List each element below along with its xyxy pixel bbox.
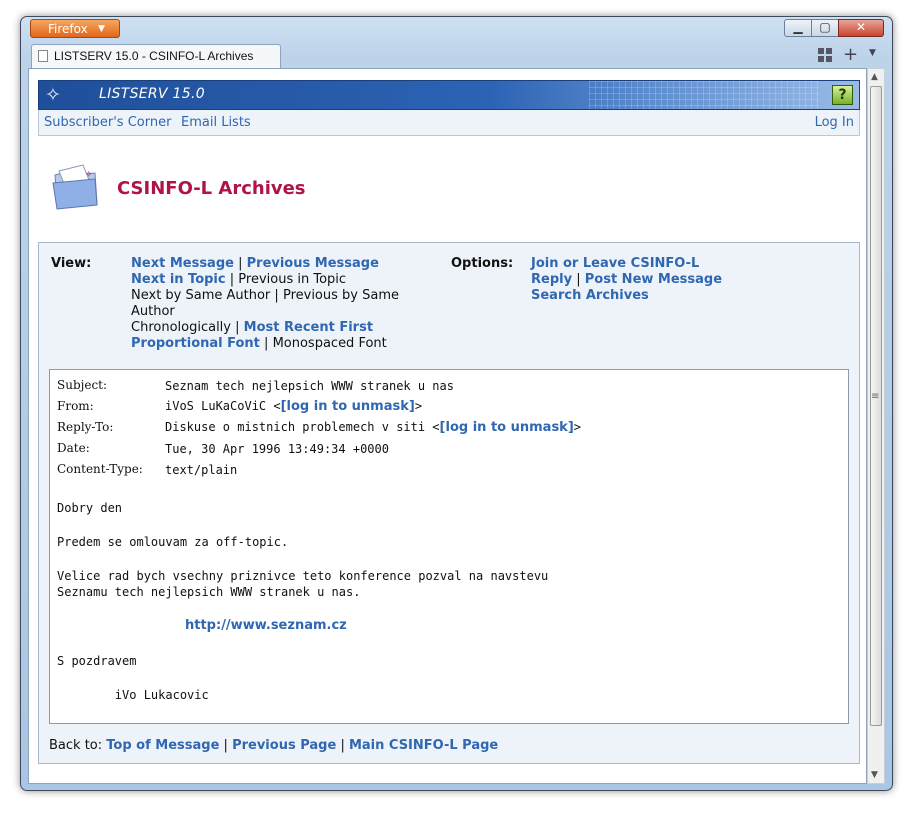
- body-greeting: Dobry den: [57, 501, 123, 515]
- body-line-2: Seznamu tech nejlepsich WWW stranek u na…: [57, 585, 361, 599]
- maximize-button[interactable]: ▢: [811, 19, 839, 37]
- content-type-label: Content-Type:: [57, 462, 143, 476]
- reply-to-end: >: [573, 420, 582, 434]
- next-by-author-text: Next by Same Author: [131, 288, 271, 303]
- body-signature: iVo Lukacovic: [57, 688, 209, 702]
- subject-value: Seznam tech nejlepsich WWW stranek u nas: [165, 379, 454, 393]
- view-links: Next Message | Previous Message Next in …: [131, 256, 421, 352]
- back-to-row: Back to: Top of Message | Previous Page …: [49, 738, 498, 753]
- previous-message-link[interactable]: Previous Message: [247, 256, 379, 271]
- reply-to-name: Diskuse o mistnich problemech v siti <: [165, 420, 440, 434]
- date-label: Date:: [57, 441, 90, 455]
- header-pattern: [589, 81, 819, 109]
- chevron-down-icon: ▼: [98, 24, 105, 34]
- previous-in-topic-text: Previous in Topic: [238, 272, 347, 287]
- options-links: Join or Leave CSINFO-L Reply | Post New …: [531, 256, 831, 304]
- post-new-message-link[interactable]: Post New Message: [585, 272, 722, 287]
- reply-to-unmask-link[interactable]: [log in to unmask]: [440, 420, 574, 435]
- monospaced-font-text: Monospaced Font: [272, 336, 387, 351]
- chronologically-text: Chronologically: [131, 320, 231, 335]
- main-list-page-link[interactable]: Main CSINFO-L Page: [349, 738, 498, 753]
- from-label: From:: [57, 399, 94, 413]
- reply-to-label: Reply-To:: [57, 420, 114, 434]
- scrollbar-thumb[interactable]: [870, 86, 882, 726]
- page-content: ✧ LISTSERV 15.0 ? Subscriber's Corner Em…: [28, 68, 867, 784]
- scrollbar-grip-icon: ≡: [871, 391, 880, 402]
- most-recent-first-link[interactable]: Most Recent First: [244, 320, 373, 335]
- separator: |: [264, 336, 269, 351]
- top-of-message-link[interactable]: Top of Message: [106, 738, 219, 753]
- separator: |: [340, 738, 345, 753]
- previous-by-author-text-cont: Author: [131, 304, 175, 319]
- options-label: Options:: [451, 256, 514, 271]
- back-to-label: Back to:: [49, 738, 103, 753]
- next-message-link[interactable]: Next Message: [131, 256, 234, 271]
- from-end: >: [414, 399, 423, 413]
- search-archives-link[interactable]: Search Archives: [531, 288, 649, 303]
- body-apology: Predem se omlouvam za off-topic.: [57, 535, 289, 549]
- previous-page-link[interactable]: Previous Page: [232, 738, 336, 753]
- from-name: iVoS LuKaCoViC <: [165, 399, 281, 413]
- from-value: iVoS LuKaCoViC <[log in to unmask]>: [165, 399, 422, 414]
- email-lists-link[interactable]: Email Lists: [181, 115, 251, 130]
- from-unmask-link[interactable]: [log in to unmask]: [281, 399, 415, 414]
- minimize-button[interactable]: ▁: [784, 19, 812, 37]
- separator: |: [274, 288, 279, 303]
- tab-title: LISTSERV 15.0 - CSINFO-L Archives: [54, 49, 254, 63]
- page-icon: [38, 50, 48, 62]
- tab-groups-icon[interactable]: [818, 48, 832, 62]
- next-in-topic-link[interactable]: Next in Topic: [131, 272, 226, 287]
- listserv-header: ✧ LISTSERV 15.0 ?: [38, 80, 860, 110]
- svg-text:✧: ✧: [85, 170, 93, 180]
- body-closing: S pozdravem: [57, 654, 137, 668]
- separator: |: [576, 272, 581, 287]
- join-leave-link[interactable]: Join or Leave CSINFO-L: [531, 256, 699, 271]
- tab-list-chevron-icon[interactable]: ▼: [869, 48, 876, 58]
- product-title: LISTSERV 15.0: [99, 86, 205, 102]
- log-in-link[interactable]: Log In: [815, 115, 854, 130]
- browser-tab[interactable]: LISTSERV 15.0 - CSINFO-L Archives: [31, 44, 281, 68]
- firefox-menu-label: Firefox: [48, 22, 88, 36]
- message-box: Subject: Seznam tech nejlepsich WWW stra…: [49, 369, 849, 724]
- separator: |: [229, 272, 235, 287]
- help-icon[interactable]: ?: [832, 85, 853, 105]
- page-title: CSINFO-L Archives: [117, 178, 306, 199]
- scroll-down-icon[interactable]: ▼: [871, 770, 878, 780]
- close-button[interactable]: ✕: [838, 19, 884, 37]
- separator: |: [223, 738, 228, 753]
- subject-label: Subject:: [57, 378, 108, 392]
- listserv-star-icon: ✧: [45, 84, 61, 106]
- new-tab-icon[interactable]: +: [843, 44, 858, 65]
- seznam-link[interactable]: http://www.seznam.cz: [185, 618, 347, 633]
- reply-to-value: Diskuse o mistnich problemech v siti <[l…: [165, 420, 581, 435]
- reply-link[interactable]: Reply: [531, 272, 572, 287]
- subscribers-corner-link[interactable]: Subscriber's Corner: [44, 115, 171, 130]
- body-line-1: Velice rad bych vsechny priznivce teto k…: [57, 569, 549, 583]
- archive-folder-icon: ✧: [52, 164, 98, 210]
- separator: |: [238, 256, 243, 271]
- proportional-font-link[interactable]: Proportional Font: [131, 336, 260, 351]
- firefox-menu-button[interactable]: Firefox ▼: [30, 19, 120, 38]
- scroll-up-icon[interactable]: ▲: [871, 72, 878, 82]
- message-panel: View: Next Message | Previous Message Ne…: [38, 242, 860, 764]
- previous-by-author-text: Previous by Same: [282, 288, 399, 303]
- top-navigation: Subscriber's Corner Email Lists Log In: [38, 110, 860, 136]
- vertical-scrollbar[interactable]: ▲ ≡ ▼: [867, 68, 885, 784]
- date-value: Tue, 30 Apr 1996 13:49:34 +0000: [165, 442, 389, 456]
- view-label: View:: [51, 256, 92, 271]
- separator: |: [235, 320, 240, 335]
- content-type-value: text/plain: [165, 463, 238, 477]
